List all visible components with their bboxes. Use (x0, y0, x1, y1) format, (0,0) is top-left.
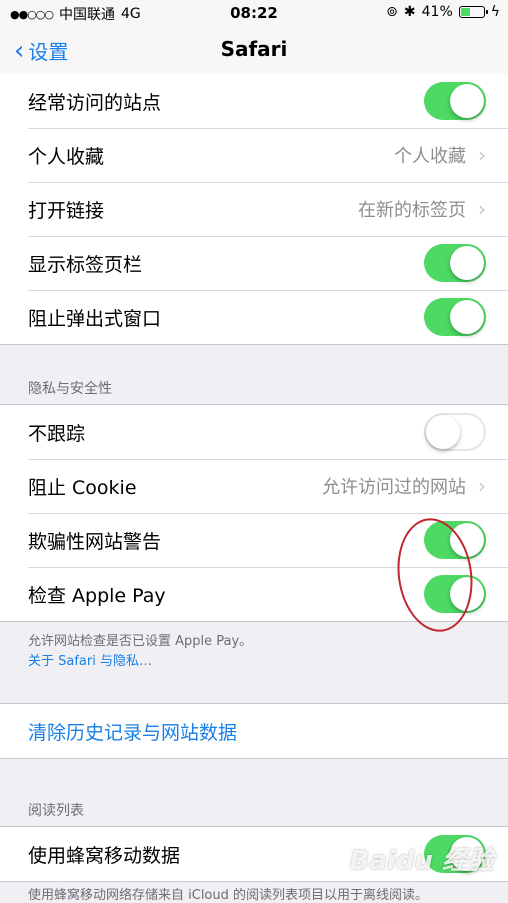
block-cookies-value: 允许访问过的网站 (322, 477, 466, 498)
show-tab-bar-row: 显示标签页栏 (0, 236, 508, 290)
toggle-knob (450, 246, 484, 280)
clear-history-group: 清除历史记录与网站数据 (0, 703, 508, 759)
frequently-visited-label: 经常访问的站点 (28, 91, 162, 114)
toggle-knob (450, 523, 484, 557)
frequently-visited-toggle[interactable] (424, 82, 486, 120)
reading-list-group: 使用蜂窝移动数据 (0, 826, 508, 882)
toggle-knob (450, 577, 484, 611)
status-bar: ●●○○○ 中国联通 4G 08:22 ⊚ ✱ 41% ϟ (0, 0, 508, 26)
privacy-settings-group: 不跟踪 阻止 Cookie 允许访问过的网站 › 欺骗性网站警告 检查 Appl… (0, 404, 508, 622)
check-apple-pay-toggle[interactable] (424, 575, 486, 613)
block-cookies-row[interactable]: 阻止 Cookie 允许访问过的网站 › (0, 459, 508, 513)
clear-history-row[interactable]: 清除历史记录与网站数据 (0, 704, 508, 758)
page-title: Safari (220, 37, 288, 61)
check-apple-pay-row: 检查 Apple Pay (0, 567, 508, 621)
navigation-bar: ‹ 设置 Safari (0, 26, 508, 76)
do-not-track-label: 不跟踪 (28, 422, 86, 445)
bluetooth-icon: ✱ (403, 4, 416, 20)
chevron-right-icon: › (478, 143, 486, 167)
fraud-warning-row: 欺骗性网站警告 (0, 513, 508, 567)
use-cellular-toggle[interactable] (424, 835, 486, 873)
block-popups-label: 阻止弹出式窗口 (28, 307, 162, 330)
favorites-value: 个人收藏 (394, 146, 466, 167)
chevron-right-icon: › (478, 197, 486, 221)
apple-pay-footer: 允许网站检查是否已设置 Apple Pay。 (28, 634, 253, 649)
use-cellular-row: 使用蜂窝移动数据 (0, 827, 508, 881)
open-links-label: 打开链接 (28, 199, 105, 222)
do-not-track-row: 不跟踪 (0, 405, 508, 459)
general-settings-group: 经常访问的站点 个人收藏 个人收藏 › 打开链接 在新的标签页 › 显示标签页栏… (0, 74, 508, 345)
safari-privacy-link[interactable]: 关于 Safari 与隐私… (28, 650, 152, 669)
block-popups-row: 阻止弹出式窗口 (0, 290, 508, 344)
privacy-section-header: 隐私与安全性 (28, 381, 112, 397)
check-apple-pay-label: 检查 Apple Pay (28, 584, 166, 607)
show-tab-bar-label: 显示标签页栏 (28, 253, 143, 276)
battery-level (460, 8, 470, 16)
toggle-knob (426, 415, 460, 449)
frequently-visited-row: 经常访问的站点 (0, 74, 508, 128)
favorites-label: 个人收藏 (28, 145, 105, 168)
reading-list-section-header: 阅读列表 (28, 803, 84, 819)
status-right: ⊚ ✱ 41% ϟ (386, 4, 500, 20)
toggle-knob (450, 300, 484, 334)
do-not-track-toggle[interactable] (424, 413, 486, 451)
toggle-knob (450, 837, 484, 871)
show-tab-bar-toggle[interactable] (424, 244, 486, 282)
open-links-row[interactable]: 打开链接 在新的标签页 › (0, 182, 508, 236)
battery-icon (458, 6, 488, 18)
fraud-warning-label: 欺骗性网站警告 (28, 530, 162, 553)
battery-percent: 41% (421, 4, 453, 20)
chevron-right-icon: › (478, 474, 486, 498)
clear-history-button[interactable]: 清除历史记录与网站数据 (28, 718, 237, 745)
block-cookies-label: 阻止 Cookie (28, 476, 137, 499)
charging-icon: ϟ (490, 4, 500, 20)
fraud-warning-toggle[interactable] (424, 521, 486, 559)
toggle-knob (450, 84, 484, 118)
favorites-row[interactable]: 个人收藏 个人收藏 › (0, 128, 508, 182)
orientation-lock-icon: ⊚ (386, 4, 398, 20)
block-popups-toggle[interactable] (424, 298, 486, 336)
use-cellular-label: 使用蜂窝移动数据 (28, 844, 181, 867)
open-links-value: 在新的标签页 (358, 200, 466, 221)
